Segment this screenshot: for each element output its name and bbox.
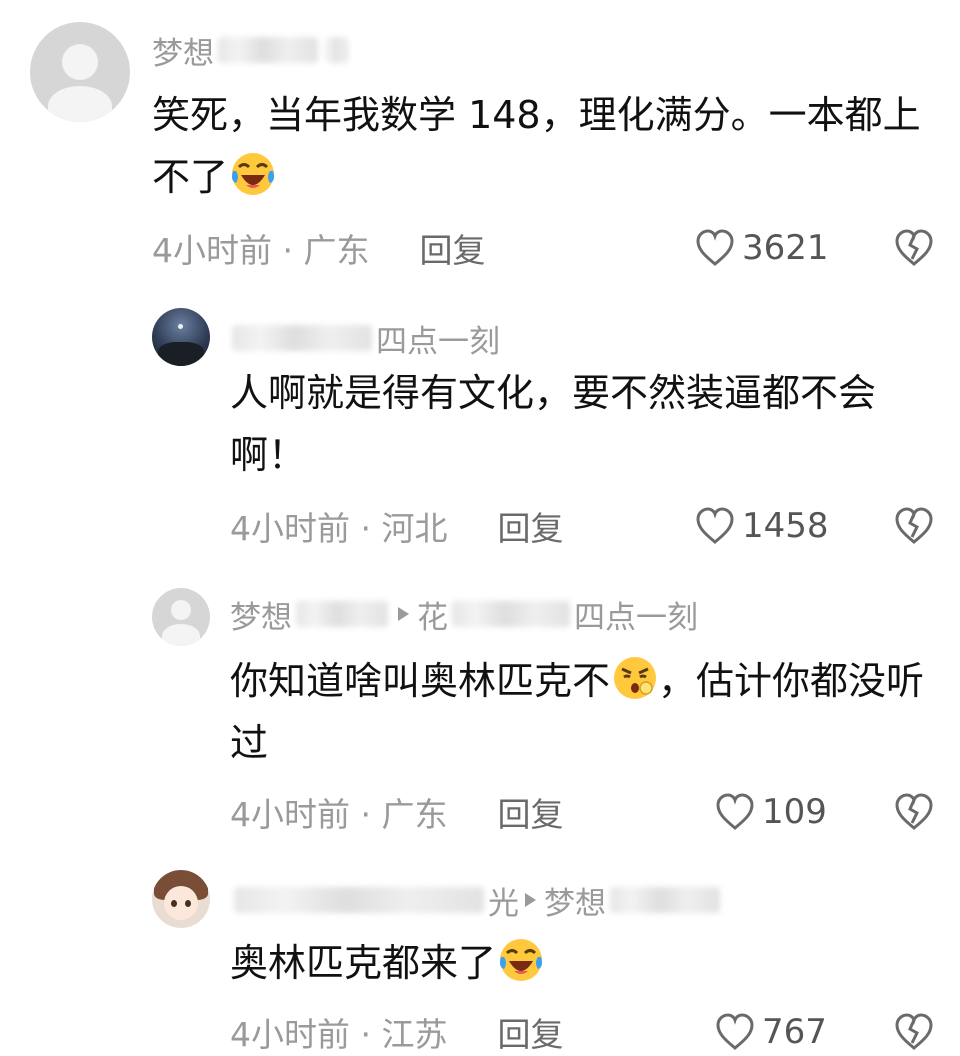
pouting-emoji [614, 657, 657, 699]
reply-button[interactable]: 回复 [497, 502, 563, 550]
comment-meta: 4小时前 · 江苏 回复 [230, 1010, 563, 1054]
broken-heart-icon[interactable] [892, 504, 936, 548]
blurred-username [296, 601, 388, 627]
reply-username[interactable]: 梦想 花 四点一刻 [230, 592, 698, 636]
reply-item: 四点一刻 人啊就是得有文化，要不然装逼都不会啊！ 4小时前 · 河北 回复 14… [0, 290, 960, 580]
heart-icon [716, 793, 754, 830]
like-count: 3621 [742, 228, 829, 268]
like-button[interactable]: 767 [714, 1010, 827, 1054]
reply-arrow-icon [525, 893, 536, 907]
comment-item: 梦想 笑死，当年我数学 148，理化满分。一本都上不了 4小时前 · 广东 回复… [0, 0, 960, 290]
laughing-crying-emoji [500, 939, 543, 981]
comment-meta: 4小时前 · 广东 回复 [230, 790, 563, 834]
reply-arrow-icon [398, 607, 409, 621]
reply-text: 人啊就是得有文化，要不然装逼都不会啊！ [230, 371, 877, 477]
like-button[interactable]: 1458 [694, 504, 829, 548]
like-count: 767 [762, 1012, 827, 1052]
broken-heart-icon[interactable] [892, 1010, 936, 1054]
comment-time-location: 4小时前 · 广东 [152, 231, 370, 270]
heart-icon [716, 1013, 754, 1050]
reply-username[interactable]: 四点一刻 [228, 316, 500, 360]
broken-heart-icon[interactable] [892, 790, 936, 834]
reply-button[interactable]: 回复 [497, 788, 563, 836]
blurred-username [326, 37, 348, 63]
avatar[interactable] [152, 308, 210, 366]
blurred-username [610, 887, 720, 913]
reply-item: 梦想 花 四点一刻 你知道啥叫奥林匹克不 ，估计你都没听过 4小时前 · 广东 … [0, 580, 960, 870]
like-button[interactable]: 109 [714, 790, 827, 834]
comment-meta: 4小时前 · 河北 回复 [230, 504, 563, 548]
blurred-username [218, 37, 318, 63]
reply-username[interactable]: 光 梦想 [230, 878, 724, 922]
comment-time-location: 4小时前 · 广东 [230, 795, 448, 834]
reply-button[interactable]: 回复 [419, 224, 485, 272]
avatar[interactable] [152, 588, 210, 646]
reply-text: 奥林匹克都来了 [230, 932, 942, 994]
like-count: 1458 [742, 506, 829, 546]
blurred-username [234, 887, 484, 913]
like-count: 109 [762, 792, 827, 832]
avatar[interactable] [152, 870, 210, 928]
comment-username[interactable]: 梦想 [152, 28, 352, 72]
blurred-username [452, 601, 570, 627]
reply-item: 光 梦想 奥林匹克都来了 4小时前 · 江苏 回复 767 [0, 860, 960, 1054]
like-button[interactable]: 3621 [694, 226, 829, 270]
reply-text: 你知道啥叫奥林匹克不 ，估计你都没听过 [230, 650, 942, 774]
broken-heart-icon[interactable] [892, 226, 936, 270]
heart-icon [696, 507, 734, 544]
comment-text: 笑死，当年我数学 148，理化满分。一本都上不了 [152, 93, 921, 199]
heart-icon [696, 229, 734, 266]
laughing-crying-emoji [232, 153, 275, 195]
comment-time-location: 4小时前 · 河北 [230, 509, 448, 548]
avatar[interactable] [30, 22, 130, 122]
blurred-username [232, 325, 372, 351]
comment-meta: 4小时前 · 广东 回复 [152, 226, 485, 270]
